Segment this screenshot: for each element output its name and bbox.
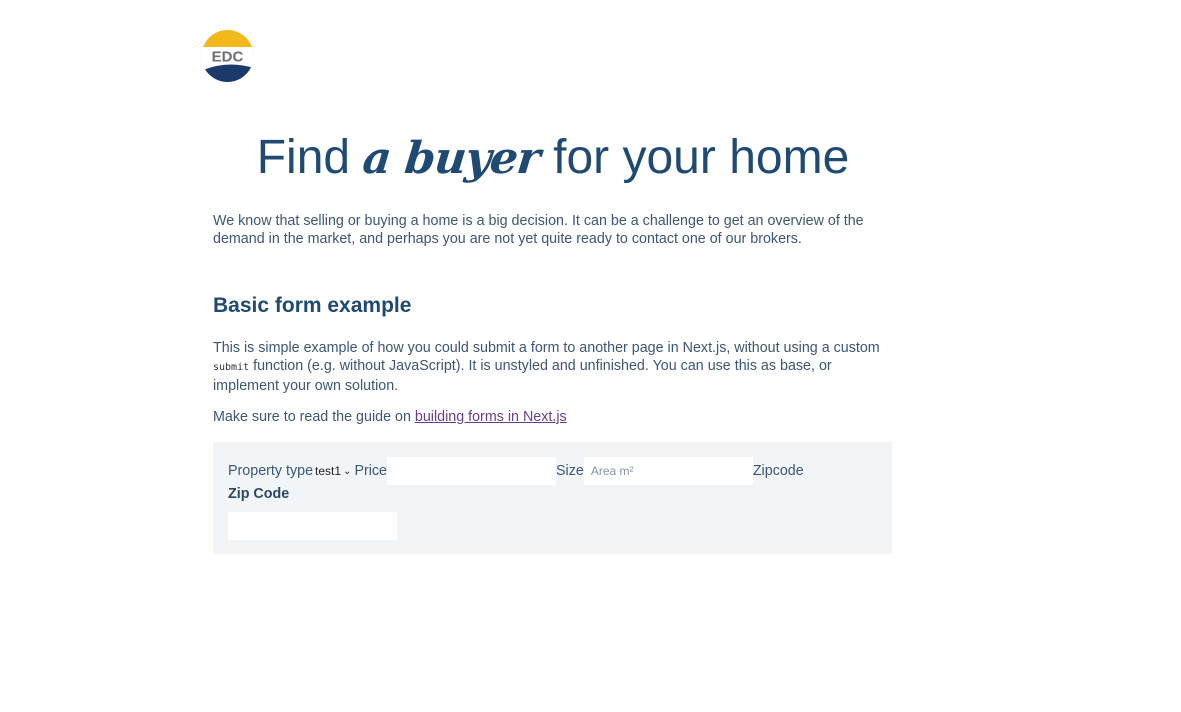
logo-text: EDC bbox=[212, 49, 244, 66]
guide-paragraph: Make sure to read the guide on building … bbox=[213, 408, 893, 426]
zip-code-input[interactable] bbox=[228, 512, 397, 540]
property-type-value: test1 bbox=[315, 464, 342, 478]
price-label: Price bbox=[354, 463, 388, 479]
size-label: Size bbox=[556, 463, 584, 479]
submit-code: submit bbox=[213, 362, 250, 373]
hero-title-accent: a buyer bbox=[360, 133, 543, 184]
edc-logo-icon: EDC bbox=[201, 30, 254, 82]
form-row: Property type test1 ⌄ Price Size Area m²… bbox=[228, 457, 804, 485]
price-input[interactable] bbox=[387, 457, 557, 485]
section-title: Basic form example bbox=[213, 294, 412, 317]
hero-title-suffix: for your home bbox=[553, 131, 850, 184]
hero-title: Find a buyer for your home bbox=[0, 128, 1106, 189]
chevron-down-icon: ⌄ bbox=[343, 465, 352, 477]
hero-title-prefix: Find bbox=[256, 131, 351, 184]
zip-code-label: Zip Code bbox=[228, 486, 290, 502]
intro-paragraph: We know that selling or buying a home is… bbox=[213, 213, 864, 247]
search-form: Property type test1 ⌄ Price Size Area m²… bbox=[213, 442, 892, 554]
property-type-select[interactable]: test1 ⌄ bbox=[315, 462, 351, 480]
zipcode-label: Zipcode bbox=[752, 463, 804, 479]
property-type-label: Property type bbox=[228, 463, 314, 479]
form-description-text-2: function (e.g. without JavaScript). It i… bbox=[213, 358, 832, 394]
size-input[interactable]: Area m² bbox=[583, 457, 753, 485]
edc-logo[interactable]: EDC bbox=[201, 30, 254, 82]
guide-text: Make sure to read the guide on bbox=[213, 409, 415, 425]
form-description-text-1: This is simple example of how you could … bbox=[213, 340, 880, 356]
form-description: This is simple example of how you could … bbox=[213, 339, 893, 395]
main-content: We know that selling or buying a home is… bbox=[213, 212, 893, 425]
building-forms-link[interactable]: building forms in Next.js bbox=[415, 409, 567, 425]
